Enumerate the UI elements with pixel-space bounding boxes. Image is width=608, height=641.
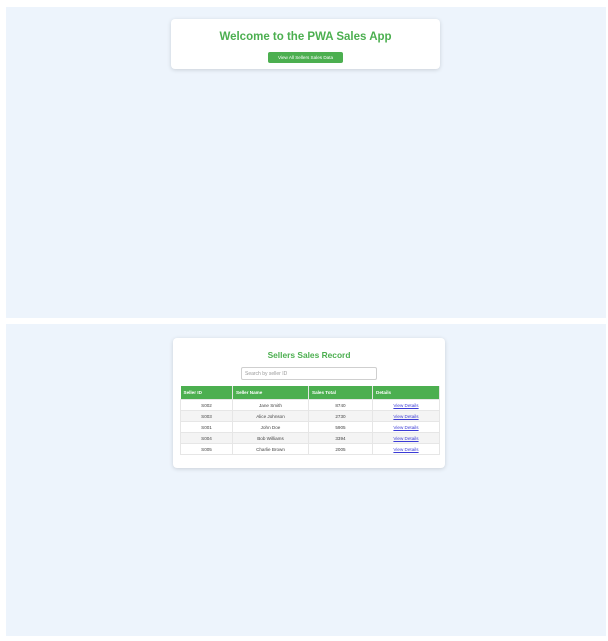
sales-total-cell: 3394 <box>308 432 373 444</box>
view-details-link[interactable]: View Details <box>393 403 418 408</box>
details-cell: View Details <box>372 443 440 455</box>
details-cell: View Details <box>372 432 440 444</box>
details-cell: View Details <box>372 421 440 433</box>
view-all-sellers-button[interactable]: View All Sellers Sales Data <box>268 52 343 63</box>
records-screen: Sellers Sales Record Seller ID Seller Na… <box>6 324 606 636</box>
welcome-card: Welcome to the PWA Sales App View All Se… <box>171 19 440 69</box>
view-details-link[interactable]: View Details <box>393 425 418 430</box>
table-row: S002 Jane Smith 8740 View Details <box>180 399 440 411</box>
column-header-sales-total: Sales Total <box>308 386 373 400</box>
sales-total-cell: 8740 <box>308 399 373 411</box>
table-row: S005 Charlie Brown 2005 View Details <box>180 443 440 455</box>
records-title: Sellers Sales Record <box>267 350 351 360</box>
sales-record-card: Sellers Sales Record Seller ID Seller Na… <box>173 338 445 468</box>
seller-id-cell: S003 <box>180 410 233 422</box>
seller-name-cell: Jane Smith <box>232 399 309 411</box>
details-cell: View Details <box>372 399 440 411</box>
sales-total-cell: 2005 <box>308 443 373 455</box>
seller-id-cell: S002 <box>180 399 233 411</box>
column-header-details: Details <box>372 386 440 400</box>
view-details-link[interactable]: View Details <box>393 436 418 441</box>
seller-name-cell: John Doe <box>232 421 309 433</box>
view-details-link[interactable]: View Details <box>393 447 418 452</box>
seller-id-cell: S001 <box>180 421 233 433</box>
sales-table: Seller ID Seller Name Sales Total Detail… <box>180 386 440 455</box>
seller-name-cell: Charlie Brown <box>232 443 309 455</box>
seller-search-input[interactable] <box>241 367 377 380</box>
page-title: Welcome to the PWA Sales App <box>219 31 392 43</box>
seller-name-cell: Bob Williams <box>232 432 309 444</box>
table-row: S004 Bob Williams 3394 View Details <box>180 432 440 444</box>
table-header-row: Seller ID Seller Name Sales Total Detail… <box>180 386 440 400</box>
table-row: S001 John Doe 5905 View Details <box>180 421 440 433</box>
seller-name-cell: Alice Johnson <box>232 410 309 422</box>
column-header-seller-id: Seller ID <box>180 386 233 400</box>
sales-total-cell: 5905 <box>308 421 373 433</box>
details-cell: View Details <box>372 410 440 422</box>
seller-id-cell: S005 <box>180 443 233 455</box>
seller-id-cell: S004 <box>180 432 233 444</box>
home-screen: Welcome to the PWA Sales App View All Se… <box>6 7 606 318</box>
column-header-seller-name: Seller Name <box>232 386 309 400</box>
view-details-link[interactable]: View Details <box>393 414 418 419</box>
sales-total-cell: 2730 <box>308 410 373 422</box>
table-row: S003 Alice Johnson 2730 View Details <box>180 410 440 422</box>
